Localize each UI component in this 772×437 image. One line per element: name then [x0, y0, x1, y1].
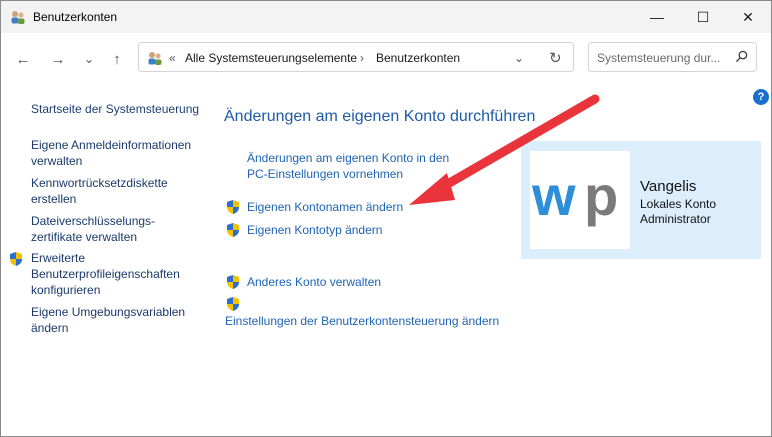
back-arrow-icon: ←: [15, 50, 31, 68]
page-title: Änderungen am eigenen Konto durchführen: [224, 108, 536, 125]
sidebar-item-environment-variables[interactable]: Eigene Umgebungsvariablen ändern: [31, 304, 185, 336]
breadcrumb-separator-icon: ›: [360, 51, 364, 65]
logo-letter-w: w: [531, 164, 576, 227]
maximize-button[interactable]: ☐: [680, 1, 726, 33]
sidebar-item-label: Eigene Umgebungsvariablen: [31, 305, 186, 319]
sidebar-item-label: erstellen: [31, 192, 77, 206]
address-bar[interactable]: « Alle Systemsteuerungselemente › Benutz…: [138, 42, 574, 72]
breadcrumb-all-control-panel-items[interactable]: Alle Systemsteuerungselemente: [185, 51, 357, 65]
sidebar-item-label: zertifikate verwalten: [31, 230, 138, 244]
sidebar-item-label: konfigurieren: [31, 283, 101, 297]
window-title: Benutzerkonten: [33, 10, 118, 24]
sidebar-item-label: Eigene Anmeldeinformationen: [31, 138, 192, 152]
sidebar-home-link[interactable]: Startseite der Systemsteuerung: [31, 101, 199, 117]
search-box[interactable]: Systemsteuerung dur...: [588, 42, 757, 72]
sidebar-item-password-reset-disk[interactable]: Kennwortrücksetzdiskette erstellen: [31, 175, 168, 207]
forward-button[interactable]: →: [48, 49, 68, 69]
chevron-down-icon: ⌄: [83, 52, 95, 66]
title-bar: Benutzerkonten — ☐ ✕: [1, 1, 771, 33]
control-panel-icon: [148, 52, 162, 65]
sidebar-item-label: verwalten: [31, 154, 83, 168]
close-icon: ✕: [742, 8, 754, 25]
up-button[interactable]: ↑: [107, 49, 127, 69]
uac-shield-icon: [227, 297, 239, 311]
change-account-type-link[interactable]: Eigenen Kontotyp ändern: [247, 222, 382, 238]
wp-logo: w p: [531, 164, 618, 227]
account-type: Lokales Konto: [640, 197, 717, 211]
avatar: w p: [530, 151, 630, 249]
sidebar-item-label: ändern: [31, 321, 69, 335]
address-dropdown-icon[interactable]: ⌄: [514, 51, 524, 65]
close-button[interactable]: ✕: [725, 1, 771, 33]
rename-account-link[interactable]: Eigenen Kontonamen ändern: [247, 199, 403, 215]
uac-shield-icon: [227, 275, 239, 289]
help-button[interactable]: ?: [753, 89, 769, 105]
users-icon: [11, 11, 25, 24]
sidebar-item-label: Benutzerprofileigenschaften: [31, 267, 180, 281]
sidebar-item-encryption-certificates[interactable]: Dateiverschlüsselungs- zertifikate verwa…: [31, 213, 155, 245]
account-role: Administrator: [640, 212, 711, 226]
breadcrumb-user-accounts[interactable]: Benutzerkonten: [376, 51, 460, 65]
search-icon[interactable]: [735, 50, 748, 63]
uac-shield-icon: [10, 252, 22, 266]
sidebar-item-label: Erweiterte: [31, 251, 86, 265]
refresh-icon[interactable]: ↻: [549, 49, 562, 67]
link-label: PC-Einstellungen vornehmen: [247, 167, 404, 181]
sidebar-item-advanced-profile-properties[interactable]: Erweiterte Benutzerprofileigenschaften k…: [31, 250, 180, 298]
help-icon: ?: [757, 91, 765, 103]
recent-locations-button[interactable]: ⌄: [79, 49, 99, 69]
sidebar-item-label: Kennwortrücksetzdiskette: [31, 176, 168, 190]
maximize-icon: ☐: [696, 8, 710, 25]
window: Benutzerkonten — ☐ ✕ ← → ⌄ ↑ « Alle Syst…: [0, 0, 772, 437]
manage-other-account-link[interactable]: Anderes Konto verwalten: [247, 274, 381, 290]
back-button[interactable]: ←: [13, 49, 33, 69]
forward-arrow-icon: →: [50, 50, 66, 68]
uac-shield-icon: [227, 200, 239, 214]
search-placeholder: Systemsteuerung dur...: [597, 51, 721, 65]
logo-letter-p: p: [584, 164, 618, 227]
uac-shield-icon: [227, 223, 239, 237]
user-name: Vangelis: [640, 178, 697, 195]
pc-settings-link[interactable]: Änderungen am eigenen Konto in den PC-Ei…: [247, 150, 449, 182]
minimize-icon: —: [650, 9, 664, 25]
minimize-button[interactable]: —: [634, 1, 680, 33]
uac-settings-link[interactable]: Einstellungen der Benutzerkontensteuerun…: [225, 313, 499, 329]
breadcrumb-overflow-icon[interactable]: «: [169, 51, 176, 65]
up-arrow-icon: ↑: [113, 50, 121, 68]
link-label: Änderungen am eigenen Konto in den: [247, 151, 450, 165]
sidebar-item-credentials[interactable]: Eigene Anmeldeinformationen verwalten: [31, 137, 191, 169]
sidebar-item-label: Dateiverschlüsselungs-: [31, 214, 156, 228]
